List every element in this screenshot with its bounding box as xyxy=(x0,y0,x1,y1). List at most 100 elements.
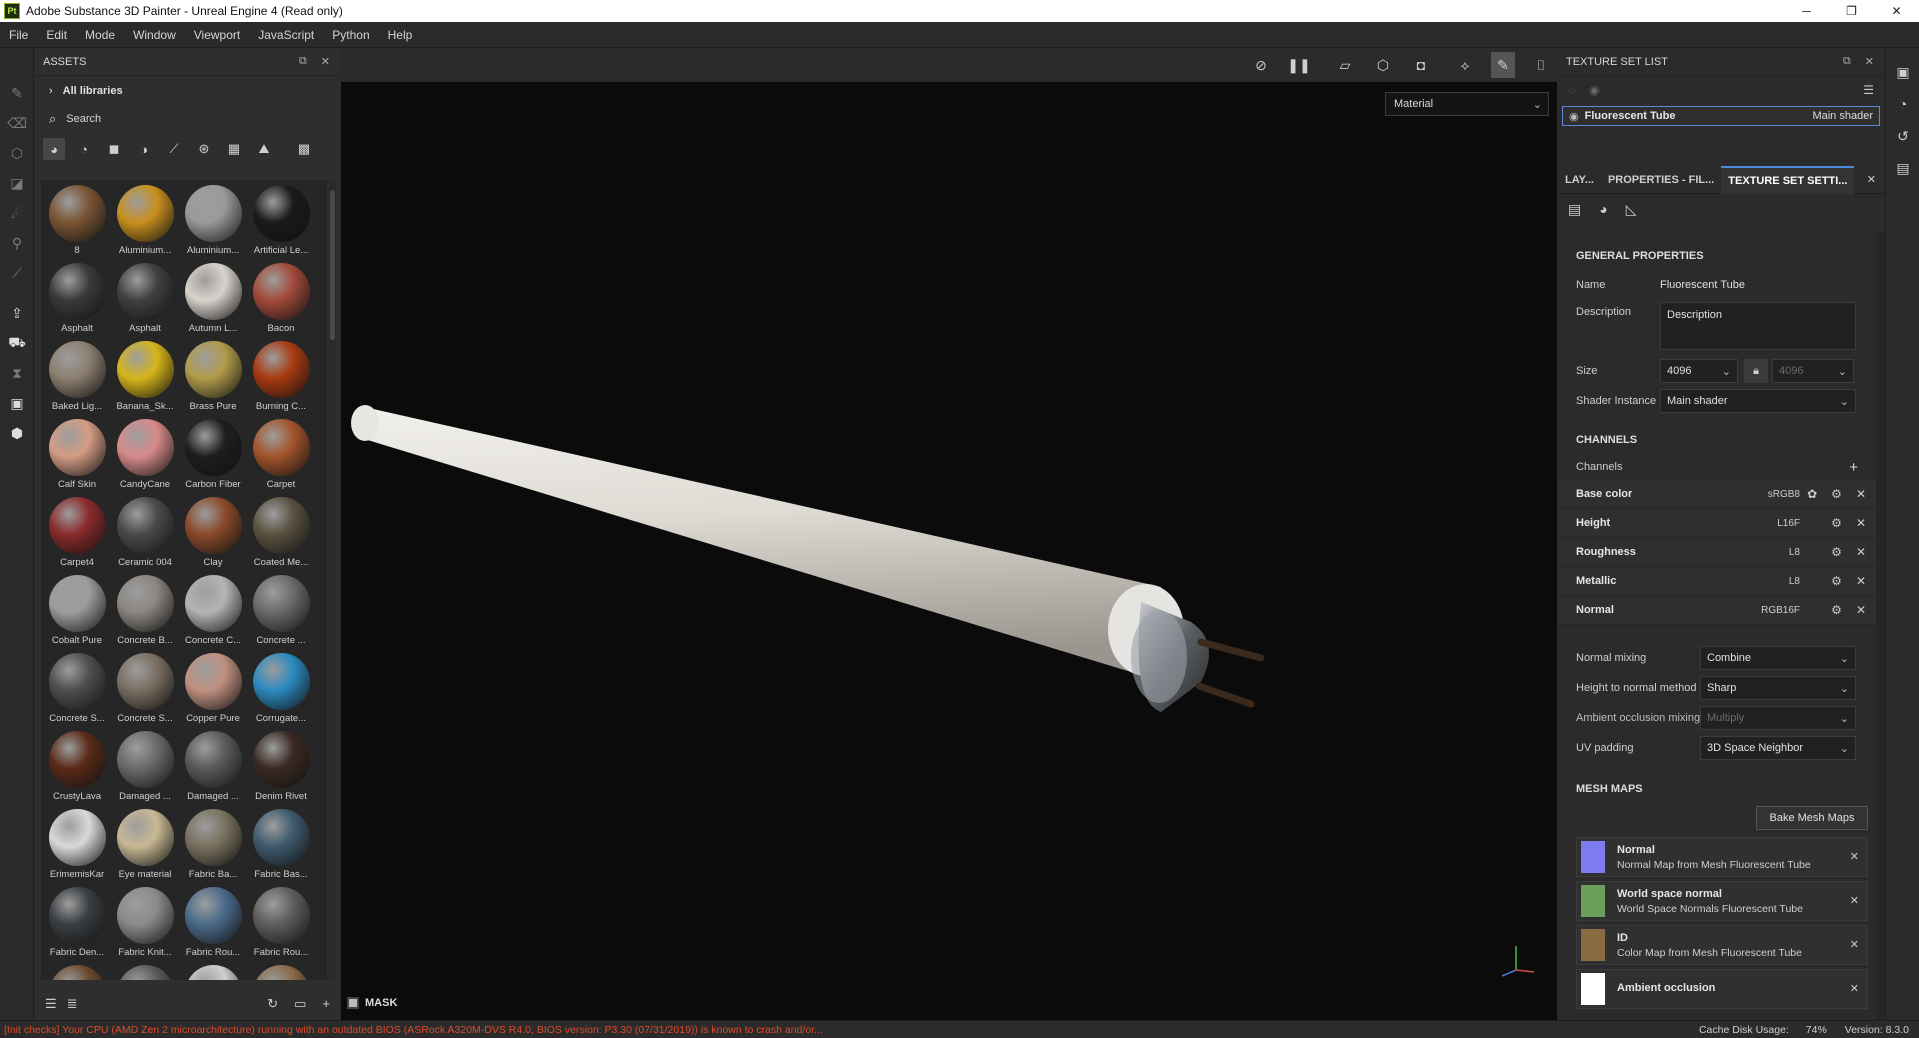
asset-thumbnail[interactable]: Fabric Rou... xyxy=(247,884,315,962)
minimize-button[interactable]: ─ xyxy=(1784,0,1829,22)
display-settings-icon[interactable]: ▣ xyxy=(1886,56,1919,88)
asset-thumbnail[interactable]: Bacon xyxy=(247,260,315,338)
document-icon[interactable]: ▣ xyxy=(0,388,34,418)
undock-icon[interactable]: ⧉ xyxy=(299,55,307,68)
init-check-warning[interactable]: [Init checks] Your CPU (AMD Zen 2 microa… xyxy=(4,1024,864,1036)
hide-ui-icon[interactable]: ⊘ xyxy=(1249,52,1273,78)
channel-format[interactable]: L8 xyxy=(1740,547,1800,558)
asset-thumbnail[interactable]: Artificial Le... xyxy=(247,182,315,260)
height-to-normal-select[interactable]: Sharp ⌄ xyxy=(1700,676,1856,700)
menu-python[interactable]: Python xyxy=(323,28,378,42)
masks-filter-icon[interactable]: ◼ xyxy=(103,138,125,160)
remove-channel-icon[interactable]: ✕ xyxy=(1856,545,1866,559)
add-icon[interactable]: + xyxy=(322,996,330,1012)
remove-channel-icon[interactable]: ✕ xyxy=(1856,574,1866,588)
tab-properties[interactable]: PROPERTIES - FIL... xyxy=(1601,166,1721,194)
3d-viewport[interactable]: ⊘ ❚❚ ▱ ⬡ ◘ ⟡ ✎ ⌷ Material ⌄ MASK xyxy=(341,48,1557,1020)
history-icon[interactable]: ↺ xyxy=(1886,120,1919,152)
asset-thumbnail[interactable]: Aluminium... xyxy=(111,182,179,260)
mask-toggle[interactable]: MASK xyxy=(347,992,397,1014)
mesh-map-row[interactable]: World space normal World Space Normals Fl… xyxy=(1576,881,1868,921)
gear-icon[interactable]: ⚙ xyxy=(1831,574,1842,588)
asset-thumbnail[interactable]: ErimemisKar xyxy=(43,806,111,884)
asset-thumbnail[interactable]: Calf Skin xyxy=(43,416,111,494)
asset-thumbnail[interactable] xyxy=(111,962,179,980)
pause-icon[interactable]: ❚❚ xyxy=(1287,52,1311,78)
asset-thumbnail[interactable]: Denim Rivet xyxy=(247,728,315,806)
asset-thumbnail[interactable]: CrustyLava xyxy=(43,728,111,806)
asset-thumbnail[interactable]: Fabric Ba... xyxy=(179,806,247,884)
add-channel-icon[interactable]: + xyxy=(1849,459,1858,476)
export-icon[interactable]: ⇪ xyxy=(0,298,34,328)
menu-javascript[interactable]: JavaScript xyxy=(249,28,323,42)
brushes-filter-icon[interactable]: ⟋ xyxy=(163,138,185,160)
remove-channel-icon[interactable]: ✕ xyxy=(1856,487,1866,501)
clone-tool-icon[interactable]: ⚲ xyxy=(0,228,34,258)
channel-row[interactable]: Roughness L8 ⚙ ✕ xyxy=(1558,538,1876,567)
asset-thumbnail[interactable]: CandyCane xyxy=(111,416,179,494)
camera-icon[interactable]: ◘ xyxy=(1409,52,1433,78)
normal-mixing-select[interactable]: Combine ⌄ xyxy=(1700,646,1856,670)
menu-icon[interactable]: ☰ xyxy=(1863,83,1874,97)
channel-format[interactable]: L8 xyxy=(1740,576,1800,587)
grid-view-icon[interactable]: ▩ xyxy=(293,138,315,160)
gear-icon[interactable]: ⚙ xyxy=(1831,516,1842,530)
texture-set-row[interactable]: ◉ Fluorescent Tube Main shader xyxy=(1562,106,1880,126)
environment-filter-icon[interactable]: ⛰ xyxy=(253,138,275,160)
channel-format[interactable]: L16F xyxy=(1740,518,1800,529)
mesh-map-row[interactable]: Ambient occlusion ✕ xyxy=(1576,969,1868,1009)
asset-thumbnail[interactable]: Asphalt xyxy=(111,260,179,338)
remove-mesh-map-icon[interactable]: ✕ xyxy=(1850,982,1859,995)
asset-thumbnail[interactable]: Eye material xyxy=(111,806,179,884)
paint-mode-icon[interactable]: ✎ xyxy=(1491,52,1515,78)
channel-format[interactable]: RGB16F xyxy=(1740,605,1800,616)
symmetry-icon[interactable]: ⟡ xyxy=(1453,52,1477,78)
uv-padding-select[interactable]: 3D Space Neighbor ⌄ xyxy=(1700,736,1856,760)
remove-mesh-map-icon[interactable]: ✕ xyxy=(1850,850,1859,863)
generators-filter-icon[interactable]: ◑ xyxy=(133,138,155,160)
gear-icon[interactable]: ⚙ xyxy=(1831,487,1842,501)
menu-help[interactable]: Help xyxy=(379,28,422,42)
refresh-icon[interactable]: ↻ xyxy=(267,996,278,1012)
asset-scrollbar[interactable] xyxy=(329,180,336,980)
gear-icon[interactable]: ⚙ xyxy=(1831,603,1842,617)
shader-select[interactable]: Main shader ⌄ xyxy=(1660,389,1856,413)
3d-view-icon[interactable]: ⬡ xyxy=(1371,52,1395,78)
2d-view-icon[interactable]: ▱ xyxy=(1333,52,1357,78)
remove-mesh-map-icon[interactable]: ✕ xyxy=(1850,938,1859,951)
asset-thumbnail[interactable]: Damaged ... xyxy=(179,728,247,806)
bake-mesh-maps-button[interactable]: Bake Mesh Maps xyxy=(1756,806,1868,830)
asset-search[interactable]: ⌕ Search xyxy=(35,106,340,132)
channel-row[interactable]: Base color sRGB8 ✿ ⚙ ✕ xyxy=(1558,480,1876,509)
asset-thumbnail[interactable]: Corrugate... xyxy=(247,650,315,728)
uv-icon[interactable]: ◺ xyxy=(1626,201,1637,218)
lock-icon[interactable]: 🔒︎ xyxy=(1744,359,1768,383)
name-value[interactable]: Fluorescent Tube xyxy=(1660,279,1745,291)
menu-mode[interactable]: Mode xyxy=(76,28,124,42)
asset-thumbnail[interactable]: Fabric Bas... xyxy=(247,806,315,884)
asset-thumbnail[interactable]: Clay xyxy=(179,494,247,572)
list-view-icon[interactable]: ☰ xyxy=(45,996,57,1012)
asset-thumbnail[interactable]: Baked Lig... xyxy=(43,338,111,416)
settings-scrollbar[interactable] xyxy=(1876,232,1884,1020)
projection-tool-icon[interactable]: ⬡ xyxy=(0,138,34,168)
asset-thumbnail[interactable]: Brass Pure xyxy=(179,338,247,416)
hide-icon[interactable]: ◌ xyxy=(1568,83,1575,97)
asset-thumbnail[interactable]: Concrete C... xyxy=(179,572,247,650)
smudge-tool-icon[interactable]: ☄ xyxy=(0,198,34,228)
remove-channel-icon[interactable]: ✕ xyxy=(1856,516,1866,530)
shader-settings-icon[interactable]: ◔ xyxy=(1886,88,1919,120)
maximize-button[interactable]: ❐ xyxy=(1829,0,1874,22)
folder-icon[interactable]: ▭ xyxy=(294,996,306,1012)
asset-thumbnail[interactable]: Concrete B... xyxy=(111,572,179,650)
asset-thumbnail[interactable]: Burning C... xyxy=(247,338,315,416)
channel-row[interactable]: Normal RGB16F ⚙ ✕ xyxy=(1558,596,1876,625)
remove-channel-icon[interactable]: ✕ xyxy=(1856,603,1866,617)
asset-thumbnail[interactable]: Aluminium... xyxy=(179,182,247,260)
hourglass-icon[interactable]: ⧗ xyxy=(0,358,34,388)
undock-icon[interactable]: ⧉ xyxy=(1843,55,1851,68)
asset-thumbnail[interactable]: Fabric Den... xyxy=(43,884,111,962)
asset-thumbnail[interactable]: Carpet4 xyxy=(43,494,111,572)
asset-thumbnail[interactable]: Concrete ... xyxy=(247,572,315,650)
asset-thumbnail[interactable]: Coated Me... xyxy=(247,494,315,572)
